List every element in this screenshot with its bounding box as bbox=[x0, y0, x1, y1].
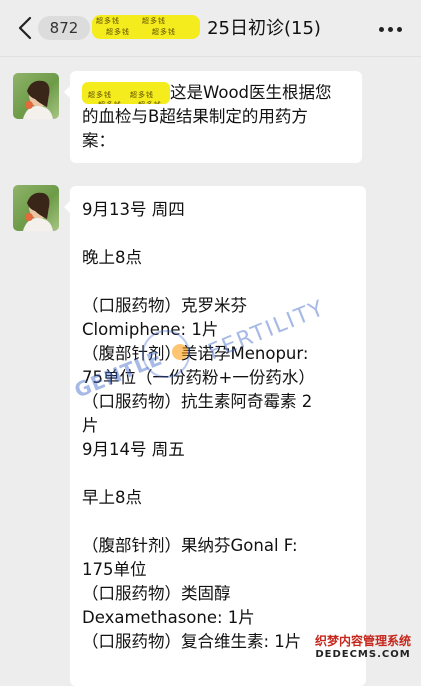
site-watermark-en: DEDECMS.COM bbox=[315, 649, 411, 660]
avatar-photo bbox=[23, 192, 53, 231]
message-text: 这是Wood医生根据您 bbox=[170, 83, 332, 102]
message-line bbox=[82, 222, 354, 246]
more-dots-icon bbox=[379, 27, 384, 32]
message-bubble[interactable]: 9月13号 周四 晚上8点 （口服药物）克罗米芬 Clomiphene: 1片 … bbox=[64, 186, 366, 686]
message-line bbox=[82, 270, 354, 294]
message-line: 早上8点 bbox=[82, 488, 142, 507]
chevron-left-icon bbox=[18, 16, 32, 40]
unread-count-badge[interactable]: 872 bbox=[38, 16, 90, 40]
message-line: （口服药物）类固醇 bbox=[82, 584, 231, 603]
message-bubble[interactable]: 超多钱 超多钱 超多钱 超多钱 这是Wood医生根据您 的血检与B超结果制定的用… bbox=[64, 71, 362, 163]
message-line: 9月13号 周四 bbox=[82, 200, 185, 219]
message-line: 片 bbox=[82, 416, 99, 435]
message-line: 案： bbox=[82, 131, 115, 150]
chat-header: 872 超多钱 超多钱 超多钱 超多钱 25日初诊(15) bbox=[0, 0, 421, 57]
redaction-mask: 超多钱 超多钱 超多钱 超多钱 bbox=[82, 82, 170, 104]
avatar[interactable] bbox=[13, 185, 59, 231]
chat-title-text: 25日初诊(15) bbox=[207, 18, 321, 39]
back-button[interactable] bbox=[14, 15, 38, 41]
more-dot bbox=[388, 27, 393, 32]
more-dot bbox=[397, 27, 402, 32]
message-line: 的血检与B超结果制定的用药方 bbox=[82, 107, 308, 126]
message-line: 超多钱 超多钱 超多钱 超多钱 这是Wood医生根据您 bbox=[82, 81, 350, 105]
message-line: （腹部针剂）果纳芬Gonal F: bbox=[82, 536, 298, 555]
site-watermark-cn: 织梦内容管理系统 bbox=[314, 634, 411, 648]
site-watermark: 织梦内容管理系统 DEDECMS.COM bbox=[311, 632, 415, 660]
message-line: （口服药物）抗生素阿奇霉素 2 bbox=[82, 392, 313, 411]
message-line bbox=[82, 462, 354, 486]
more-options-button[interactable] bbox=[378, 18, 404, 38]
message-line: 175单位 bbox=[82, 560, 147, 579]
watermark-sun-icon bbox=[172, 344, 188, 360]
chat-title: 超多钱 超多钱 超多钱 超多钱 25日初诊(15) bbox=[92, 14, 321, 42]
message-line bbox=[82, 510, 354, 534]
message-line: Dexamethasone: 1片 bbox=[82, 608, 255, 627]
message-line: 9月14号 周五 bbox=[82, 440, 185, 459]
avatar-photo bbox=[23, 80, 53, 119]
redaction-mask: 超多钱 超多钱 超多钱 超多钱 bbox=[92, 15, 200, 39]
message-line: 晚上8点 bbox=[82, 248, 142, 267]
avatar[interactable] bbox=[13, 73, 59, 119]
